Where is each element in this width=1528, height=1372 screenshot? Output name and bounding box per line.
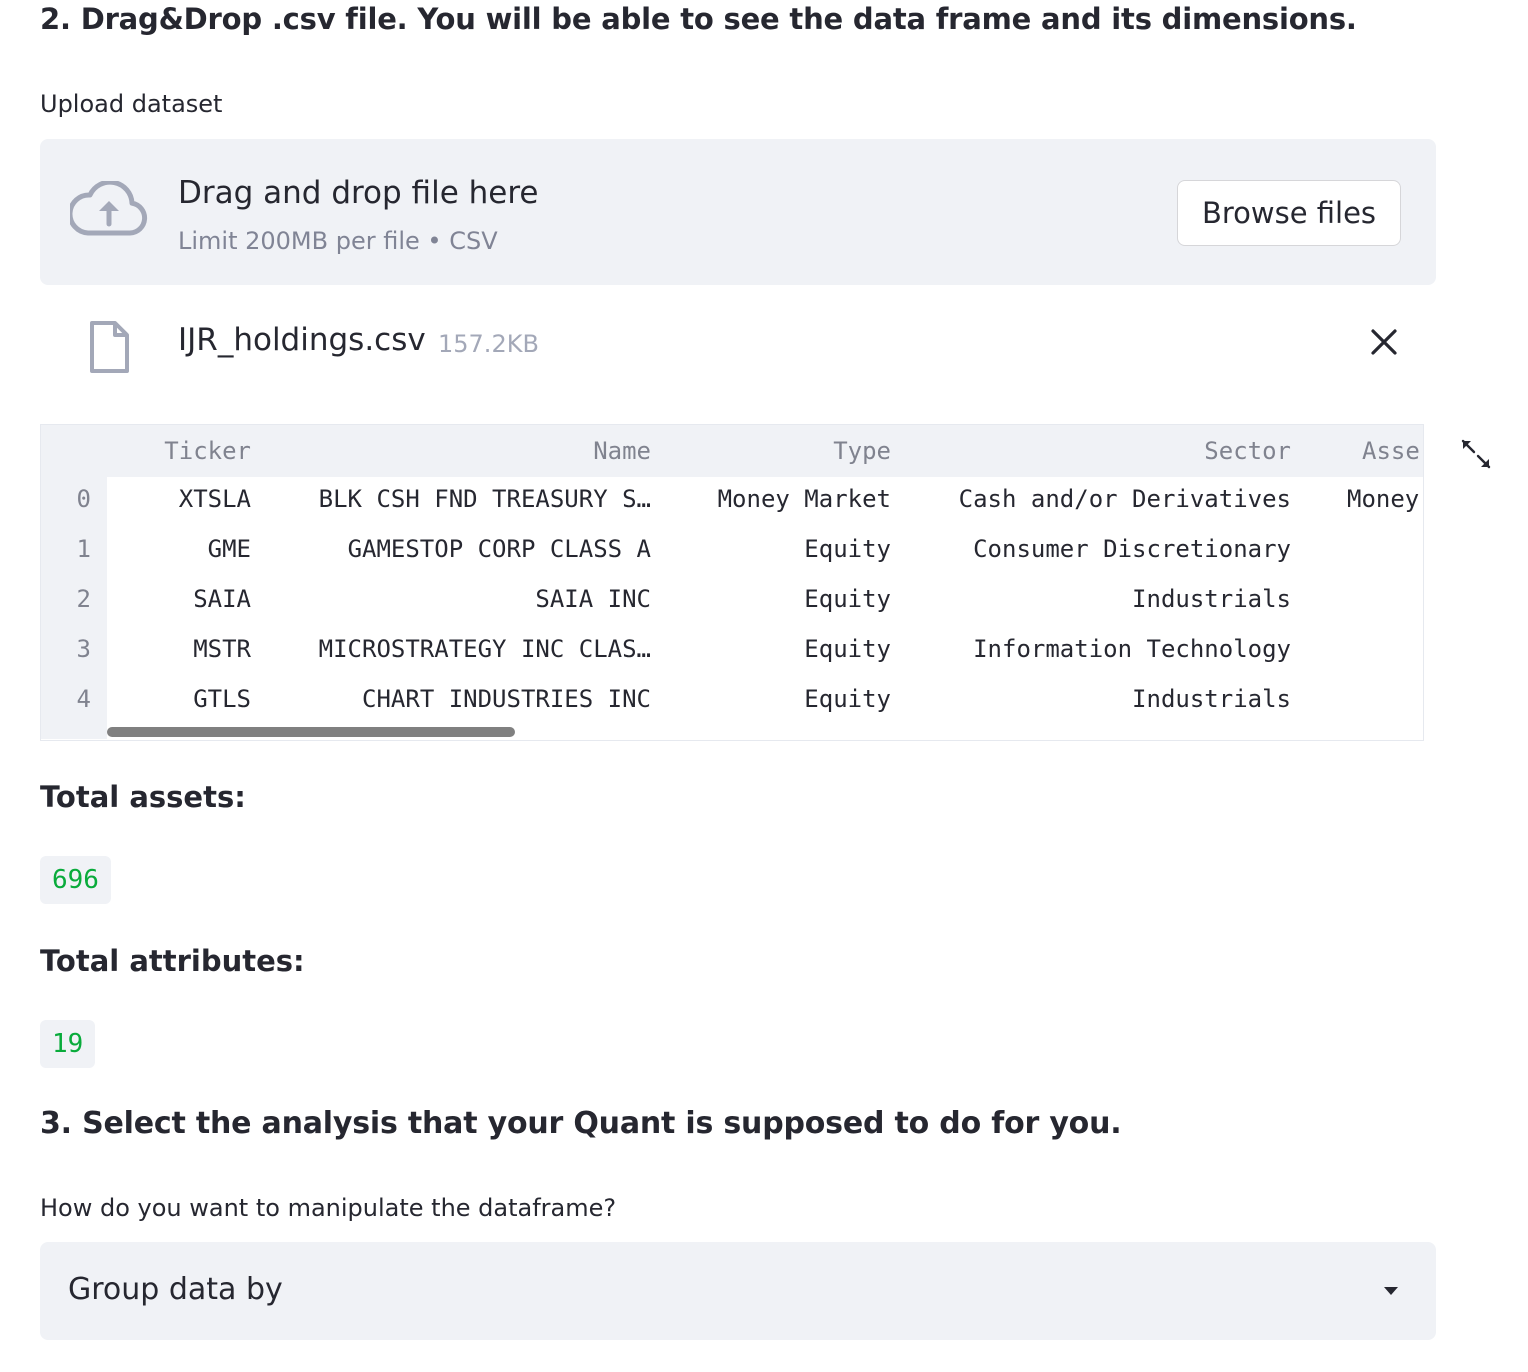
dataframe-table[interactable]: Ticker Name Type Sector Asse 0 XTSLA BLK… — [40, 424, 1424, 741]
column-header-name[interactable]: Name — [261, 435, 651, 467]
dropzone-limit-text: Limit 200MB per file • CSV — [178, 227, 498, 255]
manipulation-select-label: How do you want to manipulate the datafr… — [40, 1194, 617, 1222]
cell-ticker[interactable]: XTSLA — [101, 485, 251, 513]
cell-type[interactable]: Equity — [661, 585, 891, 613]
cell-sector[interactable]: Consumer Discretionary — [901, 535, 1291, 563]
cell-ticker[interactable]: MSTR — [101, 635, 251, 663]
column-header-asset-class[interactable]: Asse — [1362, 435, 1423, 467]
row-index: 0 — [76, 485, 91, 513]
column-header-ticker[interactable]: Ticker — [101, 435, 251, 467]
row-index: 2 — [76, 585, 91, 613]
cell-sector[interactable]: Industrials — [901, 585, 1291, 613]
file-dropzone[interactable]: Drag and drop file here Limit 200MB per … — [40, 139, 1436, 285]
manipulation-select[interactable]: Group data by — [40, 1242, 1436, 1340]
cell-sector[interactable]: Industrials — [901, 685, 1291, 713]
dropzone-title: Drag and drop file here — [178, 175, 539, 211]
cell-asset-class[interactable]: Money — [1347, 485, 1423, 513]
total-attributes-label: Total attributes: — [40, 944, 305, 978]
row-index: 1 — [76, 535, 91, 563]
cell-sector[interactable]: Information Technology — [901, 635, 1291, 663]
cell-ticker[interactable]: SAIA — [101, 585, 251, 613]
cell-type[interactable]: Money Market — [661, 485, 891, 513]
dataframe-header: Ticker Name Type Sector Asse — [41, 425, 1423, 477]
chevron-down-icon — [1384, 1287, 1398, 1295]
cell-type[interactable]: Equity — [661, 535, 891, 563]
upload-dataset-label: Upload dataset — [40, 90, 223, 118]
uploaded-file-size: 157.2KB — [438, 330, 539, 358]
browse-files-button[interactable]: Browse files — [1177, 180, 1401, 246]
expand-icon[interactable] — [1460, 438, 1492, 470]
cell-name[interactable]: BLK CSH FND TREASURY S… — [261, 485, 651, 513]
horizontal-scrollbar[interactable] — [107, 727, 515, 737]
file-icon — [90, 321, 129, 373]
cell-name[interactable]: MICROSTRATEGY INC CLAS… — [261, 635, 651, 663]
column-header-sector[interactable]: Sector — [901, 435, 1291, 467]
total-assets-label: Total assets: — [40, 780, 246, 814]
total-assets-value: 696 — [40, 856, 111, 904]
section-heading-analysis: 3. Select the analysis that your Quant i… — [40, 1106, 1122, 1141]
cell-type[interactable]: Equity — [661, 635, 891, 663]
column-header-type[interactable]: Type — [661, 435, 891, 467]
cell-ticker[interactable]: GME — [101, 535, 251, 563]
close-icon[interactable] — [1366, 324, 1402, 360]
cloud-upload-icon — [70, 181, 148, 236]
row-index: 4 — [76, 685, 91, 713]
page: { "step2": { "heading": "2. Drag&Drop .c… — [0, 0, 1528, 1372]
cell-name[interactable]: GAMESTOP CORP CLASS A — [261, 535, 651, 563]
select-current-value: Group data by — [68, 1272, 283, 1307]
cell-sector[interactable]: Cash and/or Derivatives — [901, 485, 1291, 513]
cell-type[interactable]: Equity — [661, 685, 891, 713]
section-heading-upload: 2. Drag&Drop .csv file. You will be able… — [40, 2, 1357, 36]
cell-name[interactable]: CHART INDUSTRIES INC — [261, 685, 651, 713]
uploaded-file-name: IJR_holdings.csv — [178, 322, 426, 358]
total-attributes-value: 19 — [40, 1020, 96, 1068]
row-index: 3 — [76, 635, 91, 663]
cell-ticker[interactable]: GTLS — [101, 685, 251, 713]
cell-name[interactable]: SAIA INC — [261, 585, 651, 613]
